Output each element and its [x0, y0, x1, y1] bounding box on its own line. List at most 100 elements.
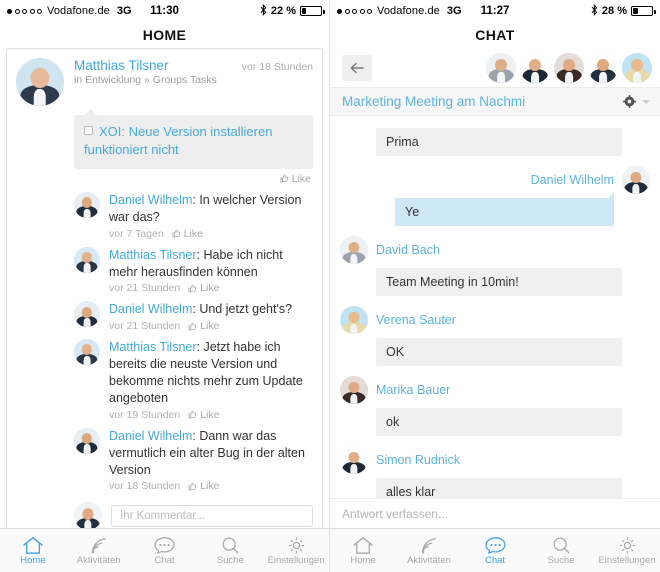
tab-suche[interactable]: Suche — [197, 529, 263, 572]
avatar[interactable] — [74, 301, 100, 328]
message-item[interactable]: Simon Rudnick alles klar — [340, 446, 650, 498]
comment-author[interactable]: Matthias Tilsner — [109, 340, 197, 354]
tab-suche[interactable]: Suche — [528, 529, 594, 572]
like-button[interactable]: Like — [188, 409, 219, 421]
like-button[interactable]: Like — [280, 173, 311, 185]
tab-einstellungen[interactable]: Einstellungen — [263, 529, 329, 572]
avatar[interactable] — [74, 339, 100, 366]
conversation-title-bar: Marketing Meeting am Nachmi — [330, 88, 660, 116]
home-feed-scroll[interactable]: Matthias Tilsner vor 18 Stunden in Entwi… — [0, 48, 329, 528]
message-item[interactable]: Prima — [340, 128, 650, 156]
comment-item[interactable]: Matthias Tilsner: Habe ich nicht mehr he… — [74, 246, 313, 294]
avatar[interactable] — [622, 52, 652, 83]
like-button[interactable]: Like — [172, 228, 203, 240]
avatar[interactable] — [74, 502, 102, 528]
chevron-down-icon[interactable] — [642, 99, 650, 104]
message-item[interactable]: David Bach Team Meeting in 10min! — [340, 236, 650, 296]
avatar[interactable] — [520, 52, 550, 83]
comment-item[interactable]: Daniel Wilhelm: In welcher Version war d… — [74, 191, 313, 240]
message-item[interactable]: Verena Sauter OK — [340, 306, 650, 366]
bluetooth-icon — [260, 3, 267, 19]
comment-input[interactable] — [111, 505, 313, 528]
avatar[interactable] — [74, 427, 100, 454]
tab-label: Chat — [154, 554, 175, 566]
message-list: Prima Daniel Wilhelm Ye David Bach Team … — [330, 116, 660, 498]
battery-icon — [300, 6, 325, 16]
like-label: Like — [200, 480, 220, 493]
tab-aktivitaeten[interactable]: Aktivitäten — [66, 529, 132, 572]
conversation-title[interactable]: Marketing Meeting am Nachmi — [342, 94, 525, 109]
comment-item[interactable]: Matthias Tilsner: Jetzt habe ich bereits… — [74, 339, 313, 421]
gear-icon — [617, 536, 638, 555]
tab-bar-left: Home Aktivitäten Chat Suche Einstellunge… — [0, 528, 329, 572]
chat-top-bar — [330, 48, 660, 88]
avatar[interactable] — [554, 52, 584, 83]
tab-home[interactable]: Home — [330, 529, 396, 572]
tab-aktivitaeten[interactable]: Aktivitäten — [396, 529, 462, 572]
comment-timestamp: vor 21 Stunden — [109, 320, 181, 333]
like-label: Like — [200, 320, 220, 333]
post-author[interactable]: Matthias Tilsner — [74, 58, 169, 73]
task-text: XOI: Neue Version installieren funktioni… — [84, 124, 273, 158]
like-label: Like — [291, 172, 311, 185]
avatar[interactable] — [486, 52, 516, 83]
tab-label: Suche — [547, 554, 575, 566]
post-like-row: Like — [16, 173, 313, 185]
tab-einstellungen[interactable]: Einstellungen — [594, 529, 660, 572]
comment-author[interactable]: Daniel Wilhelm — [109, 302, 192, 316]
gear-icon — [286, 536, 307, 555]
task-bubble[interactable]: XOI: Neue Version installieren funktioni… — [74, 109, 313, 169]
message-author: Marika Bauer — [376, 383, 451, 397]
avatar[interactable] — [16, 58, 64, 106]
participant-avatars[interactable] — [486, 52, 652, 83]
message-author: Simon Rudnick — [376, 453, 461, 467]
tab-label: Suche — [216, 554, 244, 566]
avatar[interactable] — [340, 236, 368, 264]
status-bar-left: Vodafone.de 3G 11:30 22 % — [0, 0, 329, 22]
screen-home: Vodafone.de 3G 11:30 22 % HOME Matthias … — [0, 0, 330, 572]
message-author: Verena Sauter — [376, 313, 456, 327]
page-title-chat: CHAT — [475, 27, 515, 43]
tab-chat[interactable]: Chat — [132, 529, 198, 572]
screen-chat: Vodafone.de 3G 11:27 28 % CHAT Marketing… — [330, 0, 660, 572]
message-item-own[interactable]: Daniel Wilhelm Ye — [340, 166, 650, 226]
chat-scroll[interactable]: Prima Daniel Wilhelm Ye David Bach Team … — [330, 116, 660, 498]
message-item[interactable]: Marika Bauer ok — [340, 376, 650, 436]
comment-author[interactable]: Matthias Tilsner — [109, 248, 197, 262]
post-timestamp: vor 18 Stunden — [241, 61, 313, 73]
home-icon — [352, 536, 374, 555]
chat-input[interactable] — [342, 506, 648, 521]
post-card[interactable]: Matthias Tilsner vor 18 Stunden in Entwi… — [6, 48, 323, 528]
back-arrow-icon[interactable] — [342, 54, 372, 81]
gear-icon[interactable] — [623, 95, 636, 108]
like-button[interactable]: Like — [188, 320, 219, 332]
task-checkbox[interactable] — [84, 126, 93, 135]
comment-author[interactable]: Daniel Wilhelm — [109, 193, 192, 207]
carrier-name: Vodafone.de — [47, 5, 110, 17]
activity-wifi-icon — [89, 536, 109, 555]
like-label: Like — [200, 408, 220, 421]
comment-compose-row — [74, 502, 313, 528]
avatar[interactable] — [588, 52, 618, 83]
thumbs-up-icon — [188, 284, 197, 293]
comment-item[interactable]: Daniel Wilhelm: Dann war das vermutlich … — [74, 427, 313, 493]
signal-strength-dots — [7, 8, 42, 14]
page-title-home: HOME — [142, 27, 187, 43]
network-type: 3G — [116, 5, 132, 17]
like-button[interactable]: Like — [188, 480, 219, 492]
battery-icon — [631, 6, 656, 16]
tab-chat[interactable]: Chat — [462, 529, 528, 572]
comment-item[interactable]: Daniel Wilhelm: Und jetzt geht's? vor 21… — [74, 301, 313, 332]
avatar[interactable] — [340, 306, 368, 334]
comment-author[interactable]: Daniel Wilhelm — [109, 429, 192, 443]
message-text: alles klar — [376, 478, 622, 498]
tab-home[interactable]: Home — [0, 529, 66, 572]
avatar[interactable] — [74, 191, 100, 218]
avatar[interactable] — [622, 166, 650, 194]
comment-timestamp: vor 18 Stunden — [109, 480, 181, 493]
message-author: David Bach — [376, 243, 440, 257]
avatar[interactable] — [74, 246, 100, 273]
avatar[interactable] — [340, 446, 368, 474]
like-button[interactable]: Like — [188, 282, 219, 294]
avatar[interactable] — [340, 376, 368, 404]
